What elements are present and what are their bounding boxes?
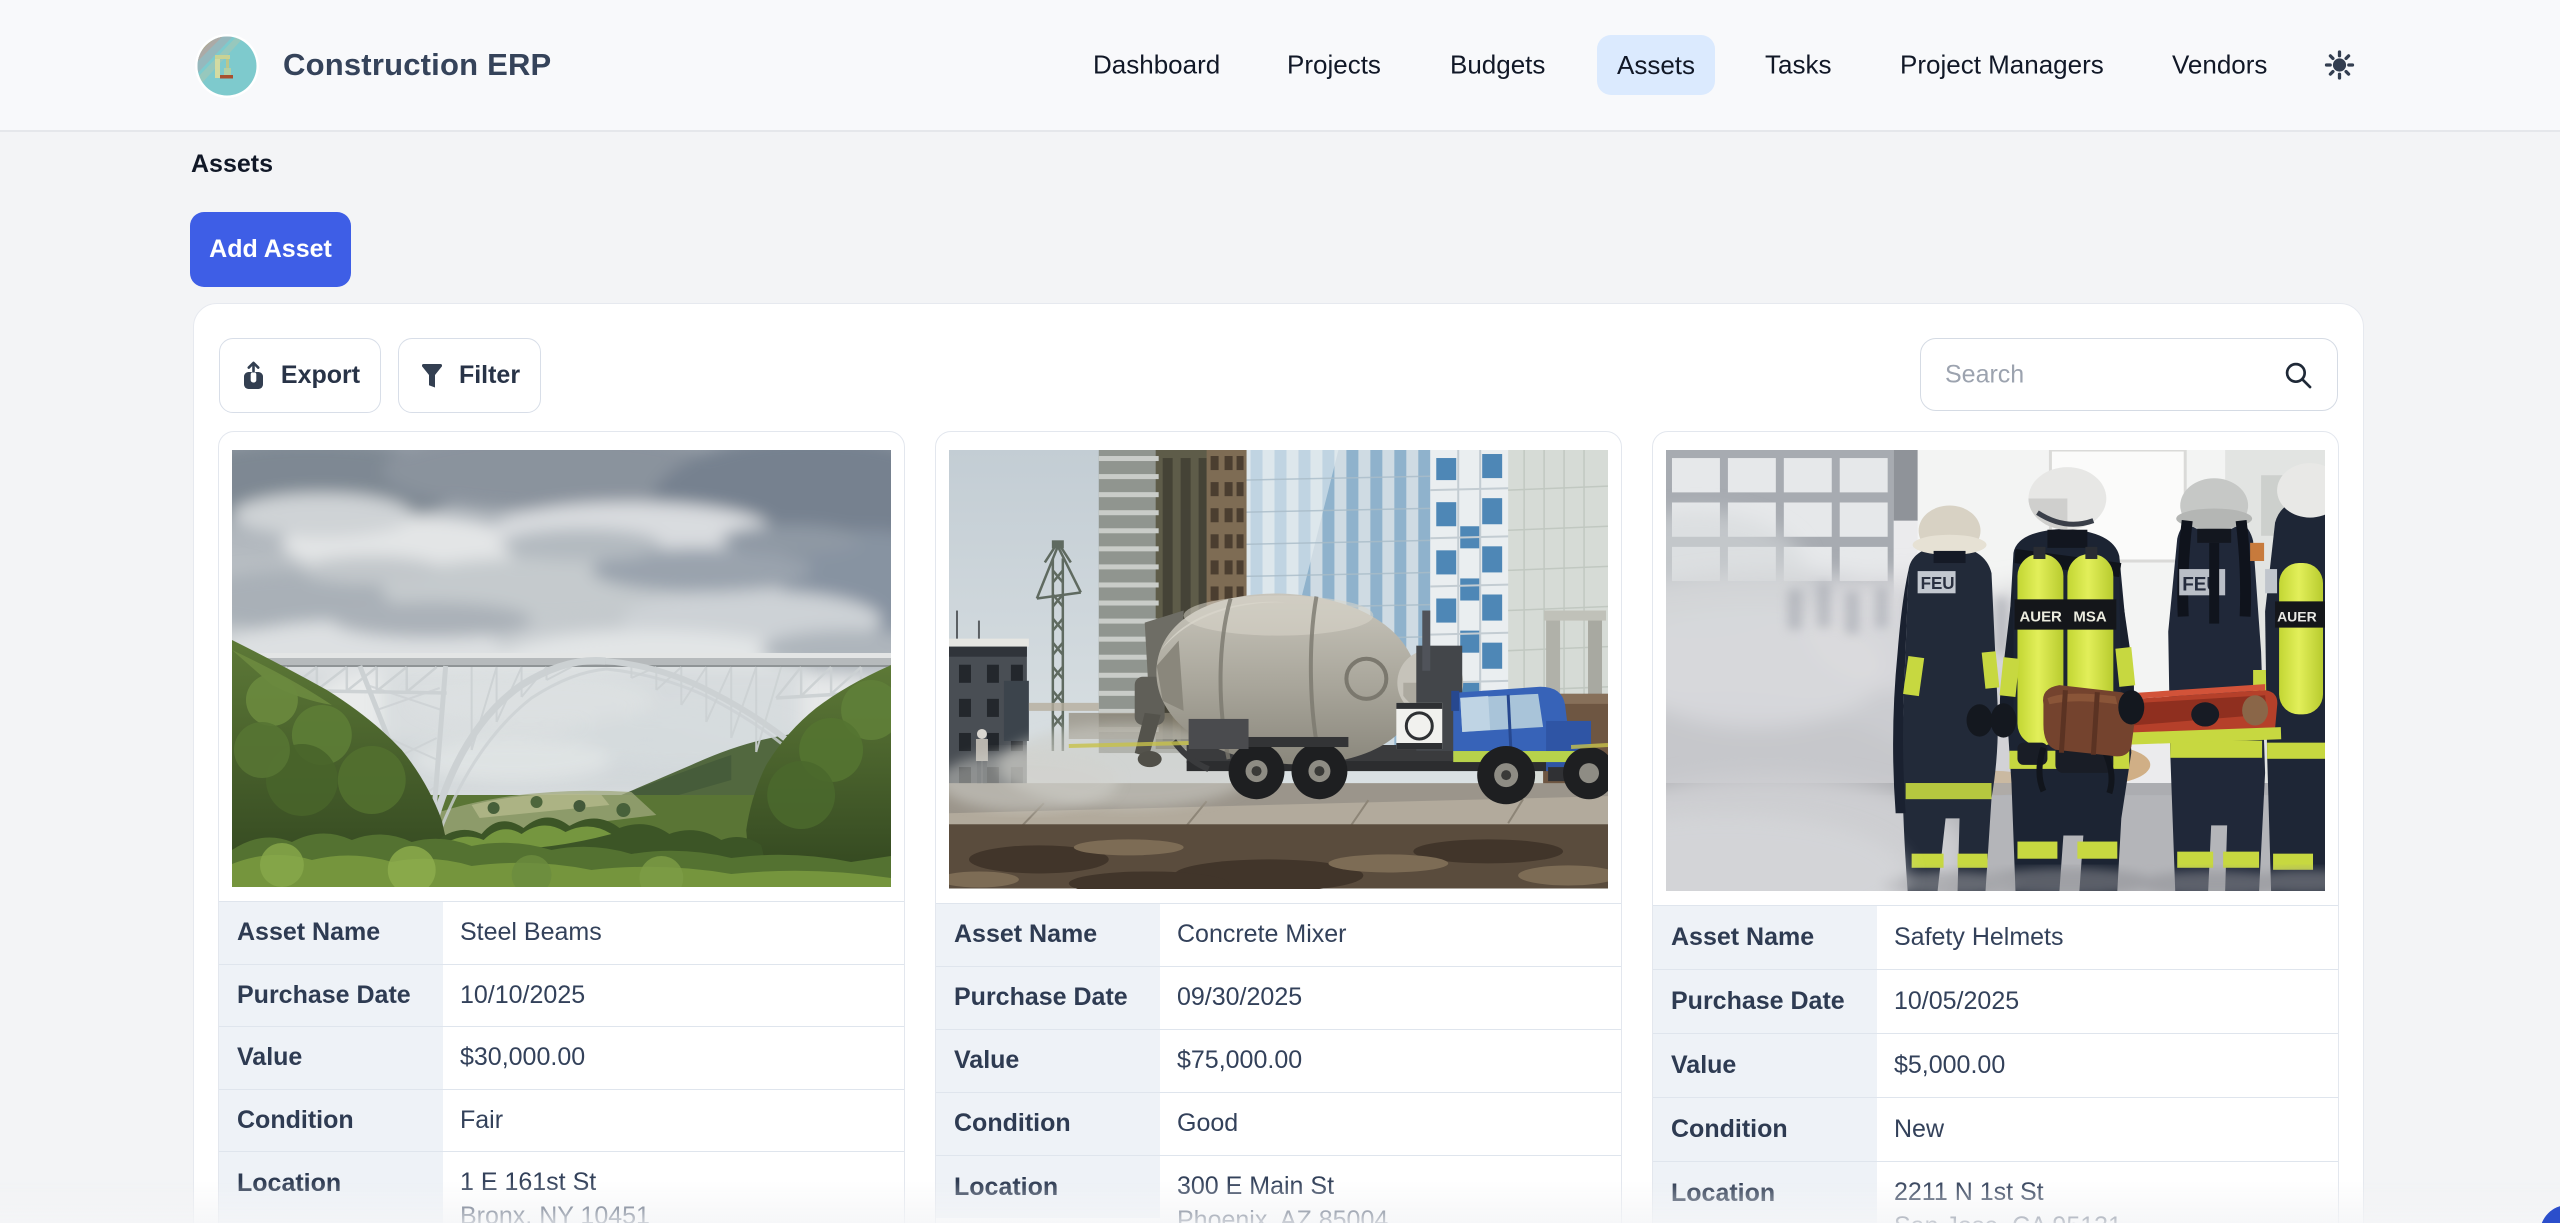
svg-text:MSA: MSA [2073,608,2106,625]
svg-text:FEU: FEU [1921,574,1955,593]
svg-text:AUER: AUER [2019,608,2062,625]
svg-text:AUER: AUER [2277,608,2317,624]
